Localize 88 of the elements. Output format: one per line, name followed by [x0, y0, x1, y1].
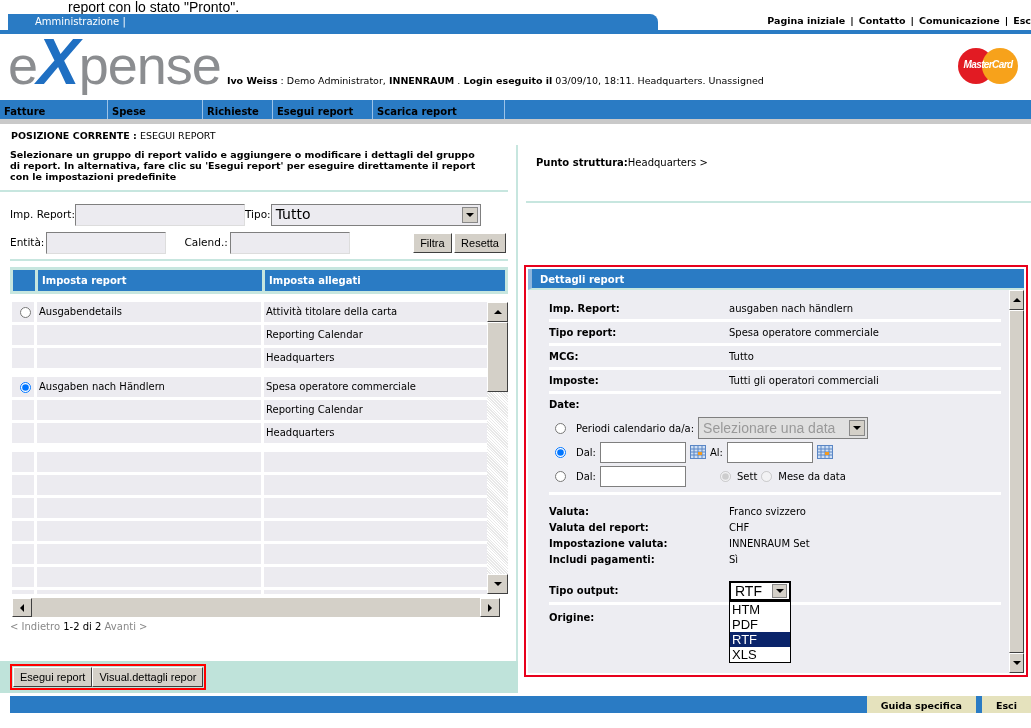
- type-dropdown[interactable]: Tutto: [270, 203, 481, 226]
- field-label: Tipo:: [245, 206, 271, 222]
- field-value: INNENRAUM Set: [729, 536, 811, 551]
- column-header: Imposta allegati: [265, 270, 505, 291]
- field-label: Dal:: [576, 469, 596, 484]
- radio-button[interactable]: [555, 422, 566, 434]
- field-value: Tutto: [729, 350, 755, 364]
- field-value: Sì: [729, 552, 740, 567]
- option-label: Sett: [737, 469, 758, 484]
- field-label: Imp. Report:: [549, 302, 621, 316]
- top-link[interactable]: Contatto: [858, 14, 906, 26]
- breadcrumb: POSIZIONE CORRENTE : ESEGUI REPORT: [10, 129, 217, 143]
- column-header: [13, 270, 35, 291]
- calendar-icon[interactable]: [690, 445, 706, 459]
- top-link[interactable]: Esc: [1013, 14, 1031, 26]
- vertical-scrollbar[interactable]: [1009, 290, 1024, 673]
- output-dropdown[interactable]: RTF: [729, 580, 791, 601]
- instructions-text: Selezionare un gruppo di report valido e aggiungere o modificare i dettagli del gruppo di report. In alternativa, fare clic su 'Esegui report' per eseguire direttamente il report con le impostazioni predefinite: [0, 145, 508, 192]
- radio-button[interactable]: [20, 306, 31, 318]
- date-field[interactable]: [600, 465, 686, 487]
- option-label: Mese da data: [778, 469, 846, 484]
- separator-text: |: [909, 14, 915, 26]
- column-header: Imposta report: [38, 270, 262, 291]
- dropdown-option[interactable]: HTM: [730, 601, 790, 617]
- panel-title: Dettagli report: [528, 269, 1024, 290]
- separator-text: |: [849, 14, 855, 26]
- field-label: Impostazione valuta:: [549, 536, 669, 551]
- table-cell: Ausgaben nach Händlern: [37, 377, 261, 397]
- field-label: MCG:: [549, 350, 580, 364]
- field-label: Date:: [549, 398, 581, 412]
- pagination-text: < Indietro 1-2 di 2 Avanti >: [9, 620, 149, 634]
- field-label: Valuta:: [549, 504, 590, 519]
- menu-tab[interactable]: Esegui report: [273, 100, 373, 119]
- field-value: CHF: [729, 520, 751, 535]
- radio-button[interactable]: [555, 470, 566, 482]
- top-link[interactable]: Pagina iniziale: [767, 14, 846, 26]
- caption-text: report con lo stato "Pronto".: [67, 0, 241, 15]
- field-value: Franco svizzero: [729, 504, 807, 519]
- filter-button[interactable]: Filtra: [413, 232, 452, 253]
- menu-tab[interactable]: Richieste: [203, 100, 273, 119]
- footer-button[interactable]: Esci: [981, 696, 1031, 713]
- menu-tab[interactable]: Spese: [108, 100, 203, 119]
- date-field[interactable]: [600, 441, 686, 463]
- radio-button[interactable]: [20, 381, 31, 393]
- table-cell: Spesa operatore commerciale: [264, 377, 487, 397]
- horizontal-scrollbar[interactable]: [12, 598, 500, 617]
- date-field[interactable]: [727, 441, 813, 463]
- field-label: Dal:: [576, 445, 596, 460]
- separator-text: |: [1003, 14, 1010, 26]
- table-cell: Reporting Calendar: [264, 325, 487, 345]
- field-label: Calend.:: [184, 234, 228, 250]
- vertical-scrollbar[interactable]: [487, 302, 508, 594]
- table-cell: Headquarters: [264, 348, 487, 368]
- report-set-field[interactable]: [75, 203, 245, 226]
- field-label: Imposte:: [549, 374, 600, 388]
- calendar-icon[interactable]: [817, 445, 833, 459]
- field-label: Tipo report:: [549, 326, 618, 340]
- admin-tab[interactable]: Amministrazione |: [8, 14, 658, 30]
- field-label: Valuta del report:: [549, 520, 650, 535]
- field-label: Entità:: [10, 234, 45, 250]
- field-label: Periodi calendario da/a:: [576, 421, 695, 436]
- field-value: Spesa operatore commerciale: [729, 326, 880, 340]
- field-label: Al:: [710, 445, 723, 460]
- field-label: Origine:: [549, 610, 596, 625]
- menu-tab[interactable]: Scarica report: [373, 100, 505, 119]
- field-value: Tutti gli operatori commerciali: [729, 374, 880, 388]
- field-value: ausgaben nach händlern: [729, 302, 854, 316]
- action-button[interactable]: Visual.dettagli repor: [92, 667, 204, 687]
- dropdown-option[interactable]: RTF: [730, 631, 790, 647]
- filter-button[interactable]: Resetta: [454, 232, 506, 253]
- field-label: Tipo output:: [549, 584, 620, 598]
- action-button[interactable]: Esegui report: [13, 667, 93, 687]
- dropdown-option[interactable]: XLS: [730, 646, 790, 662]
- table-cell: Attività titolare della carta: [264, 302, 487, 322]
- structure-path: Punto struttura:Headquarters >: [526, 145, 1031, 203]
- user-info: Ivo Weiss : Demo Administrator, INNENRAUM . Login eseguito il 03/09/10, 18:11. Headquarters. Unassigned: [226, 73, 765, 88]
- footer-button[interactable]: Guida specifica: [866, 696, 976, 713]
- radio-button[interactable]: [555, 446, 566, 458]
- menu-tab[interactable]: Fatture: [0, 100, 108, 119]
- calendar-field[interactable]: [229, 231, 350, 254]
- field-label: Includi pagamenti:: [549, 552, 656, 567]
- field-label: Imp. Report:: [10, 206, 75, 222]
- table-cell: Headquarters: [264, 423, 487, 443]
- dropdown-option[interactable]: PDF: [730, 616, 790, 632]
- top-link[interactable]: Comunicazione: [919, 14, 1000, 26]
- table-cell: Ausgabendetails: [37, 302, 261, 322]
- table-cell: Reporting Calendar: [264, 400, 487, 420]
- entity-field[interactable]: [46, 231, 167, 254]
